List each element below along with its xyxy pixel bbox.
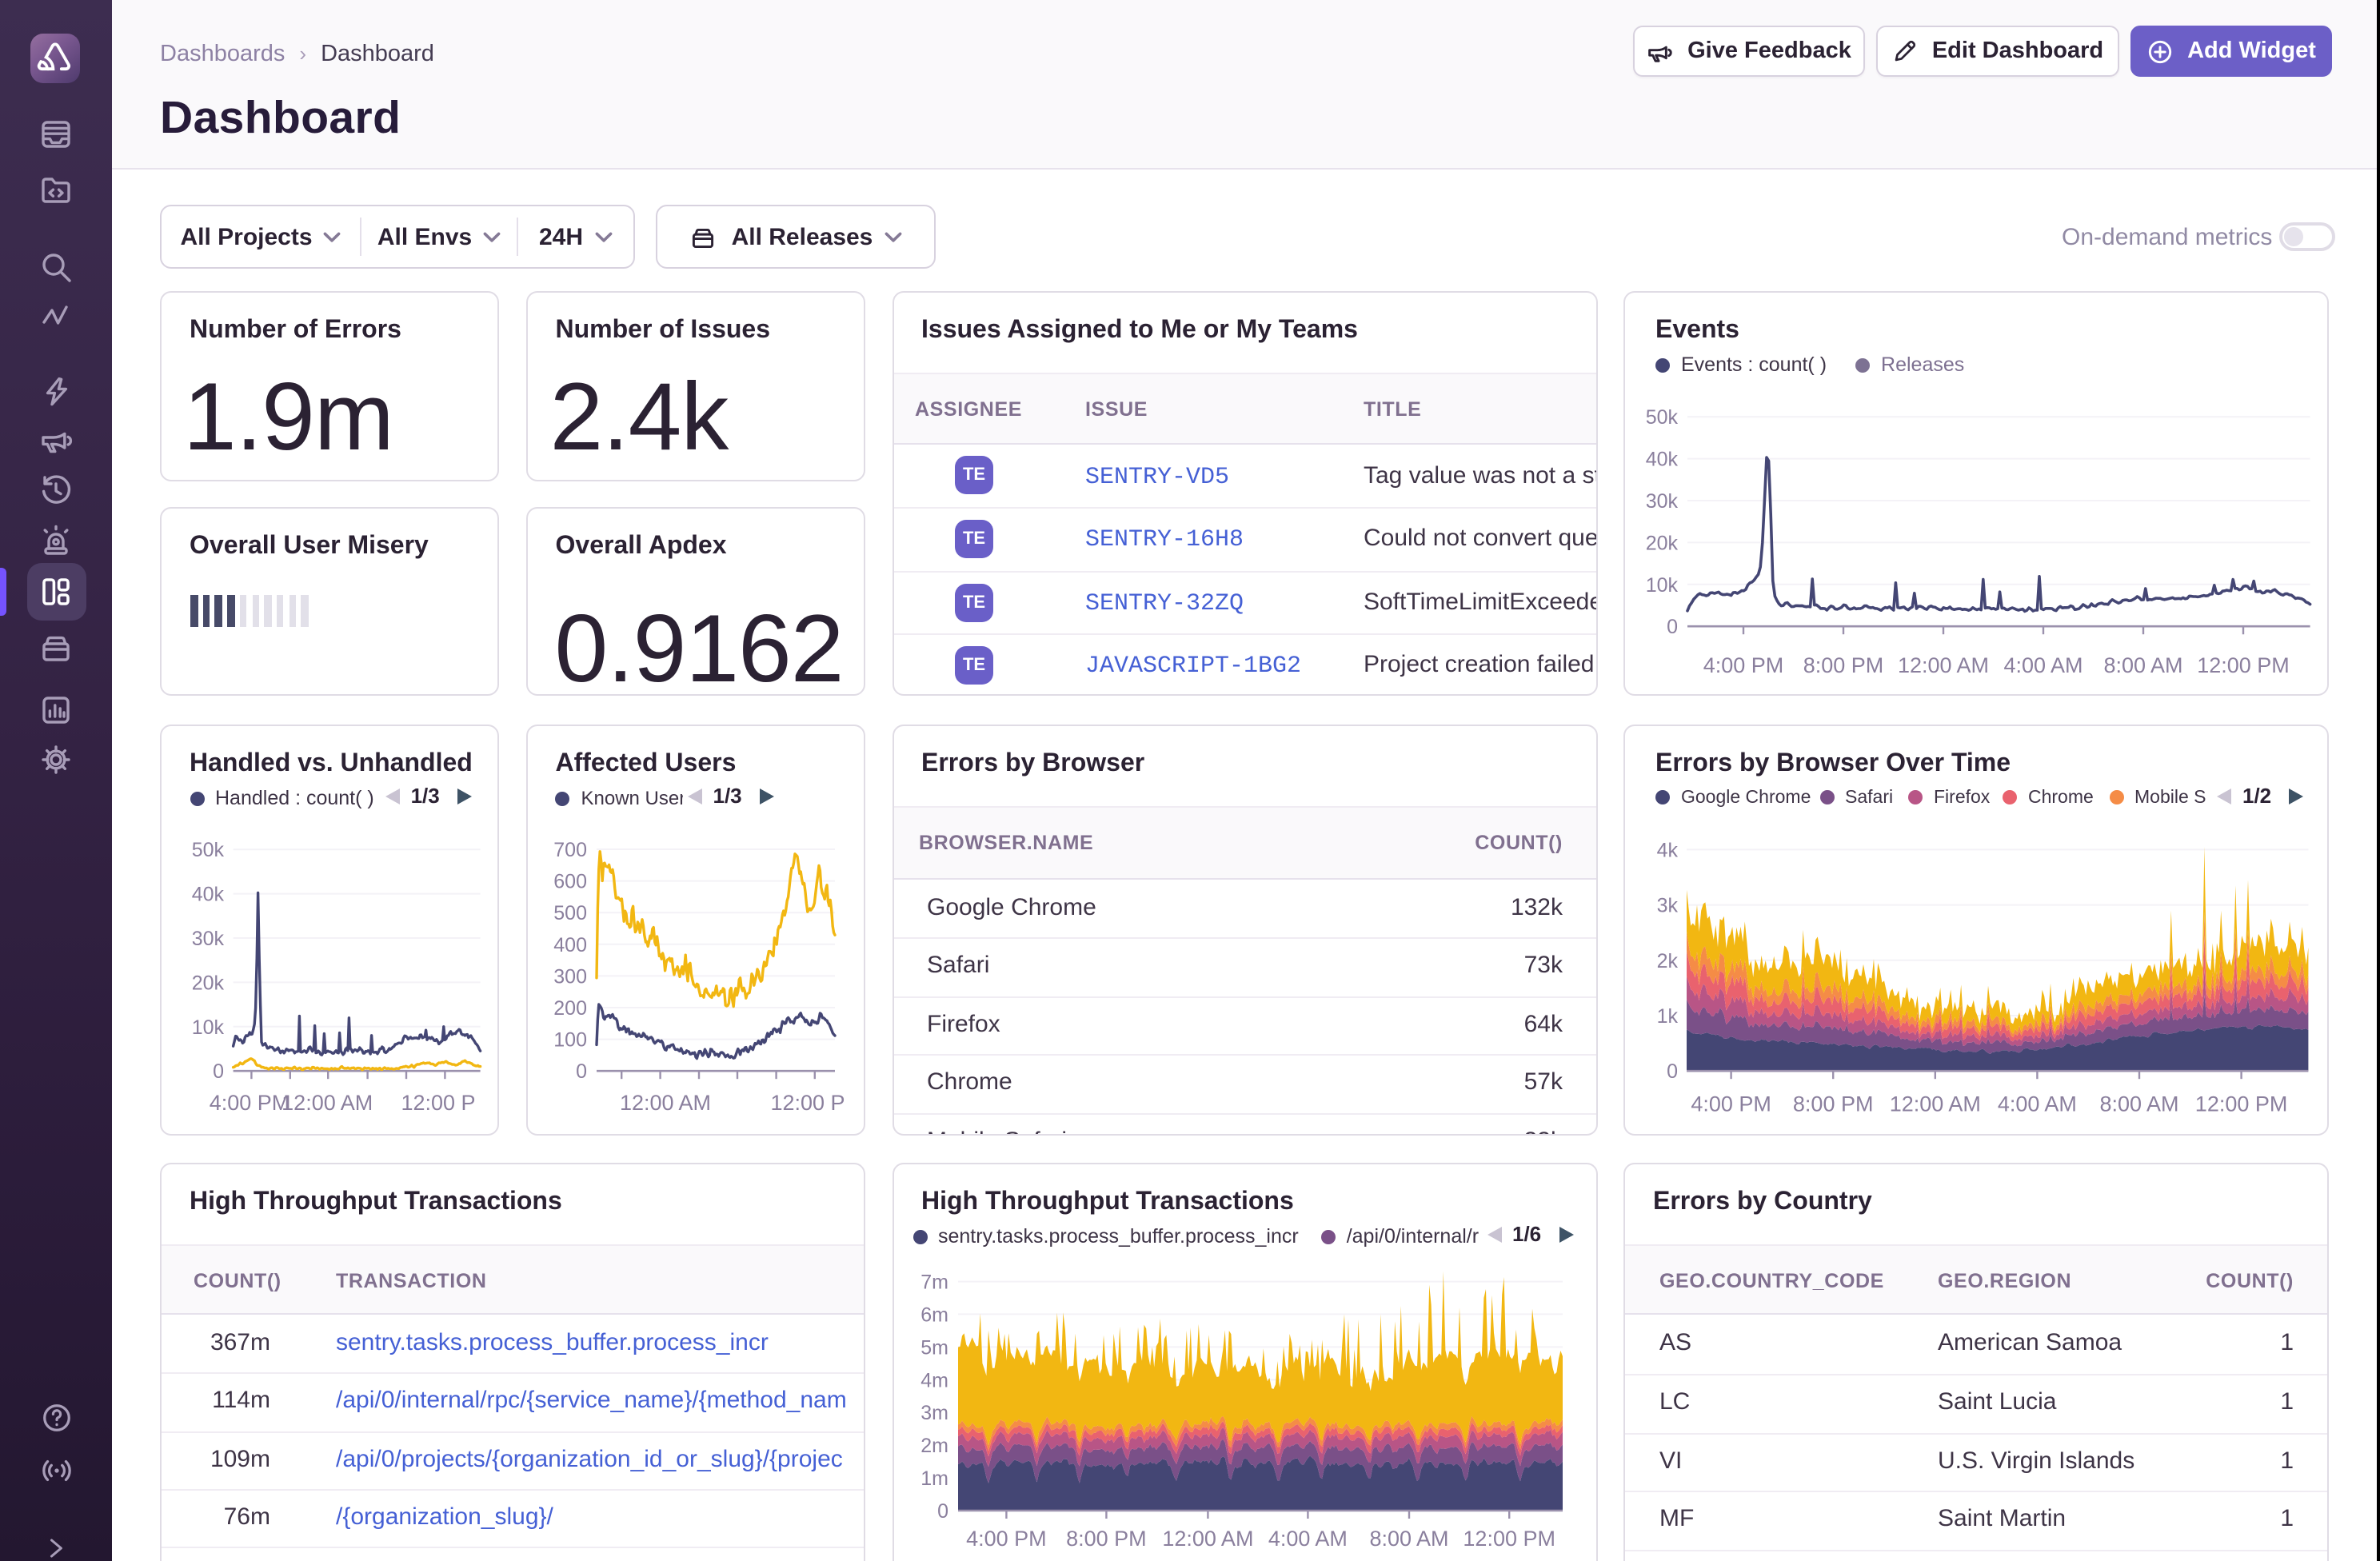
svg-text:6m: 6m [920,1303,948,1326]
svg-text:20k: 20k [192,972,225,994]
svg-text:12:00 PM: 12:00 PM [1462,1527,1555,1551]
svg-text:10k: 10k [192,1016,225,1039]
svg-text:40k: 40k [192,884,225,906]
svg-text:0: 0 [576,1060,587,1083]
svg-text:2k: 2k [1657,950,1679,972]
svg-text:7m: 7m [920,1272,948,1294]
svg-text:4:00 AM: 4:00 AM [1268,1527,1347,1551]
svg-text:50k: 50k [192,839,225,861]
svg-text:4:00 AM: 4:00 AM [2003,653,2082,677]
svg-text:500: 500 [553,902,587,924]
svg-text:12:00 P: 12:00 P [401,1091,475,1115]
svg-text:12:00 AM: 12:00 AM [1898,653,1989,677]
svg-text:12:00 P: 12:00 P [770,1091,845,1115]
svg-text:0: 0 [936,1500,948,1523]
svg-text:600: 600 [553,871,587,893]
svg-text:12:00 AM: 12:00 AM [1890,1092,1981,1116]
svg-text:4:00 PM: 4:00 PM [210,1091,290,1115]
svg-text:2m: 2m [920,1435,948,1457]
svg-text:3k: 3k [1657,895,1679,917]
svg-text:4k: 4k [1657,839,1679,861]
svg-text:40k: 40k [1646,449,1679,471]
svg-text:300: 300 [553,965,587,988]
svg-text:12:00 AM: 12:00 AM [1161,1527,1252,1551]
svg-text:3m: 3m [920,1402,948,1424]
svg-text:700: 700 [553,839,587,861]
svg-text:4:00 PM: 4:00 PM [965,1527,1046,1551]
svg-text:12:00 AM: 12:00 AM [619,1091,710,1115]
svg-text:30k: 30k [1646,490,1679,513]
svg-text:400: 400 [553,934,587,956]
svg-text:50k: 50k [1646,406,1679,429]
svg-text:20k: 20k [1646,532,1679,554]
svg-text:1m: 1m [920,1467,948,1490]
svg-text:8:00 PM: 8:00 PM [1065,1527,1146,1551]
svg-text:12:00 PM: 12:00 PM [2195,1092,2288,1116]
svg-text:0: 0 [1667,1060,1678,1083]
svg-text:10k: 10k [1646,574,1679,597]
svg-text:8:00 AM: 8:00 AM [2099,1092,2178,1116]
svg-text:8:00 AM: 8:00 AM [2103,653,2182,677]
svg-text:5m: 5m [920,1336,948,1359]
svg-text:12:00 PM: 12:00 PM [2197,653,2290,677]
svg-text:1k: 1k [1657,1005,1679,1028]
svg-text:4m: 4m [920,1369,948,1391]
svg-text:0: 0 [1667,616,1678,638]
svg-text:0: 0 [213,1060,224,1083]
svg-text:4:00 PM: 4:00 PM [1703,653,1784,677]
svg-text:8:00 PM: 8:00 PM [1803,653,1884,677]
svg-text:12:00 AM: 12:00 AM [282,1091,373,1115]
svg-text:100: 100 [553,1029,587,1052]
svg-text:4:00 AM: 4:00 AM [1998,1092,2077,1116]
svg-text:4:00 PM: 4:00 PM [1691,1092,1771,1116]
svg-text:200: 200 [553,997,587,1020]
svg-text:30k: 30k [192,928,225,950]
svg-text:8:00 PM: 8:00 PM [1793,1092,1874,1116]
svg-text:8:00 AM: 8:00 AM [1368,1527,1448,1551]
